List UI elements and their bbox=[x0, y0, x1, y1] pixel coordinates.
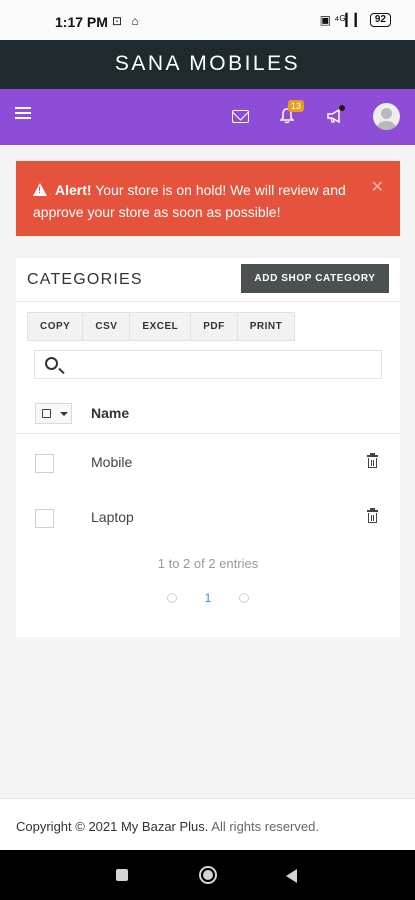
excel-button[interactable]: EXCEL bbox=[130, 313, 192, 340]
rights-reserved: All rights reserved. bbox=[211, 819, 319, 834]
pagination: 1 bbox=[16, 590, 400, 605]
select-all-dropdown[interactable] bbox=[35, 403, 72, 424]
pdf-button[interactable]: PDF bbox=[191, 313, 238, 340]
close-icon[interactable]: ✕ bbox=[371, 177, 384, 199]
menu-icon[interactable] bbox=[15, 107, 31, 121]
signal-icon: ▣ ⁴ᴳ▎▎ bbox=[319, 13, 364, 27]
alert-title: Alert! bbox=[55, 182, 92, 198]
row-checkbox[interactable] bbox=[35, 509, 54, 528]
brand-bar: SANA MOBILES bbox=[0, 40, 415, 89]
categories-card: CATEGORIES ADD SHOP CATEGORY COPY CSV EX… bbox=[16, 258, 400, 637]
back-icon[interactable] bbox=[286, 869, 297, 883]
copy-button[interactable]: COPY bbox=[28, 313, 84, 340]
category-name: Laptop bbox=[91, 509, 134, 525]
column-header-name: Name bbox=[91, 405, 130, 421]
store-hold-alert: Alert! Your store is on hold! We will re… bbox=[16, 161, 400, 236]
chevron-down-icon bbox=[60, 412, 68, 416]
copyright-text: Copyright © 2021 My Bazar Plus. All righ… bbox=[16, 819, 319, 834]
csv-button[interactable]: CSV bbox=[83, 313, 131, 340]
battery-icon: 92 bbox=[369, 13, 391, 27]
home-icon[interactable] bbox=[199, 866, 217, 884]
copyright: Copyright © 2021 My Bazar Plus. bbox=[16, 819, 209, 834]
trash-icon[interactable] bbox=[367, 453, 378, 468]
avatar[interactable] bbox=[373, 103, 400, 130]
search-icon bbox=[45, 357, 58, 370]
previous-page-icon[interactable] bbox=[167, 592, 178, 603]
notification-count-badge: 13 bbox=[288, 100, 305, 112]
search-input[interactable] bbox=[34, 350, 382, 379]
warning-icon bbox=[33, 183, 47, 196]
table-row: Laptop bbox=[16, 490, 400, 545]
recent-apps-icon[interactable] bbox=[116, 869, 128, 881]
add-shop-category-button[interactable]: ADD SHOP CATEGORY bbox=[241, 264, 389, 293]
announcement-dot-icon bbox=[339, 105, 345, 111]
mail-icon[interactable] bbox=[232, 110, 249, 123]
divider bbox=[16, 301, 400, 302]
table-row: Mobile bbox=[16, 435, 400, 490]
print-button[interactable]: PRINT bbox=[238, 313, 295, 340]
status-notification-icons: ⊡ ⌂ bbox=[112, 14, 142, 28]
top-navigation bbox=[0, 89, 415, 145]
page-1-link[interactable]: 1 bbox=[205, 591, 212, 605]
next-page-icon[interactable] bbox=[238, 592, 249, 603]
footer: Copyright © 2021 My Bazar Plus. All righ… bbox=[0, 798, 415, 850]
checkbox-icon bbox=[42, 409, 51, 418]
status-time: 1:17 PM bbox=[55, 14, 108, 30]
table-header: Name bbox=[16, 392, 400, 434]
row-checkbox[interactable] bbox=[35, 454, 54, 473]
category-name: Mobile bbox=[91, 454, 133, 470]
status-bar: 1:17 PM ⊡ ⌂ ▣ ⁴ᴳ▎▎ 92 bbox=[0, 0, 415, 40]
card-title: CATEGORIES bbox=[27, 271, 143, 288]
trash-icon[interactable] bbox=[367, 508, 378, 523]
entries-info: 1 to 2 of 2 entries bbox=[157, 556, 259, 571]
export-button-group: COPY CSV EXCEL PDF PRINT bbox=[27, 312, 296, 341]
store-title: SANA MOBILES bbox=[114, 52, 301, 75]
android-navigation-bar bbox=[0, 850, 415, 900]
status-right-icons: ▣ ⁴ᴳ▎▎ 92 bbox=[320, 13, 391, 27]
